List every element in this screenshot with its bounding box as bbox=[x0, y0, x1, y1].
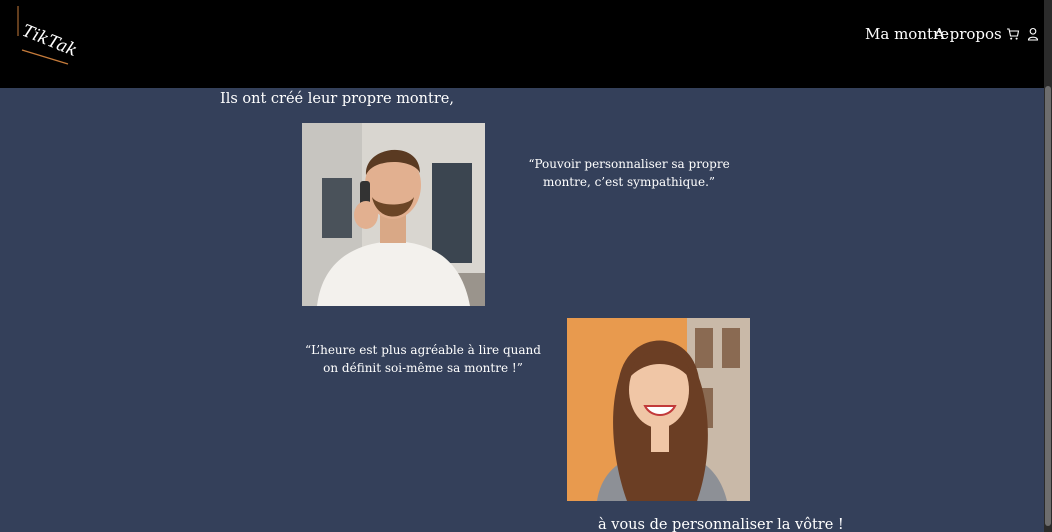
testimonial-photo-man bbox=[302, 123, 485, 306]
cta-text: à vous de personnaliser la vôtre ! bbox=[598, 517, 844, 532]
page: TikTak Ma montre A propos Ils ont créé l… bbox=[0, 0, 1052, 532]
tiktak-logo[interactable]: TikTak bbox=[14, 6, 84, 68]
site-header: TikTak Ma montre A propos bbox=[0, 0, 1044, 88]
svg-text:TikTak: TikTak bbox=[19, 21, 80, 61]
testimonial-quote-1: “Pouvoir personnaliser sa propre montre,… bbox=[528, 157, 730, 189]
intro-text: Ils ont créé leur propre montre, bbox=[220, 91, 454, 107]
testimonial-quote-2: “L’heure est plus agréable à lire quand … bbox=[305, 343, 541, 375]
testimonial-photo-woman bbox=[567, 318, 750, 501]
cart-icon[interactable] bbox=[1006, 26, 1020, 40]
nav-a-propos[interactable]: A propos bbox=[934, 25, 1002, 43]
user-icon[interactable] bbox=[1026, 26, 1040, 41]
scrollbar-thumb[interactable] bbox=[1045, 86, 1051, 526]
